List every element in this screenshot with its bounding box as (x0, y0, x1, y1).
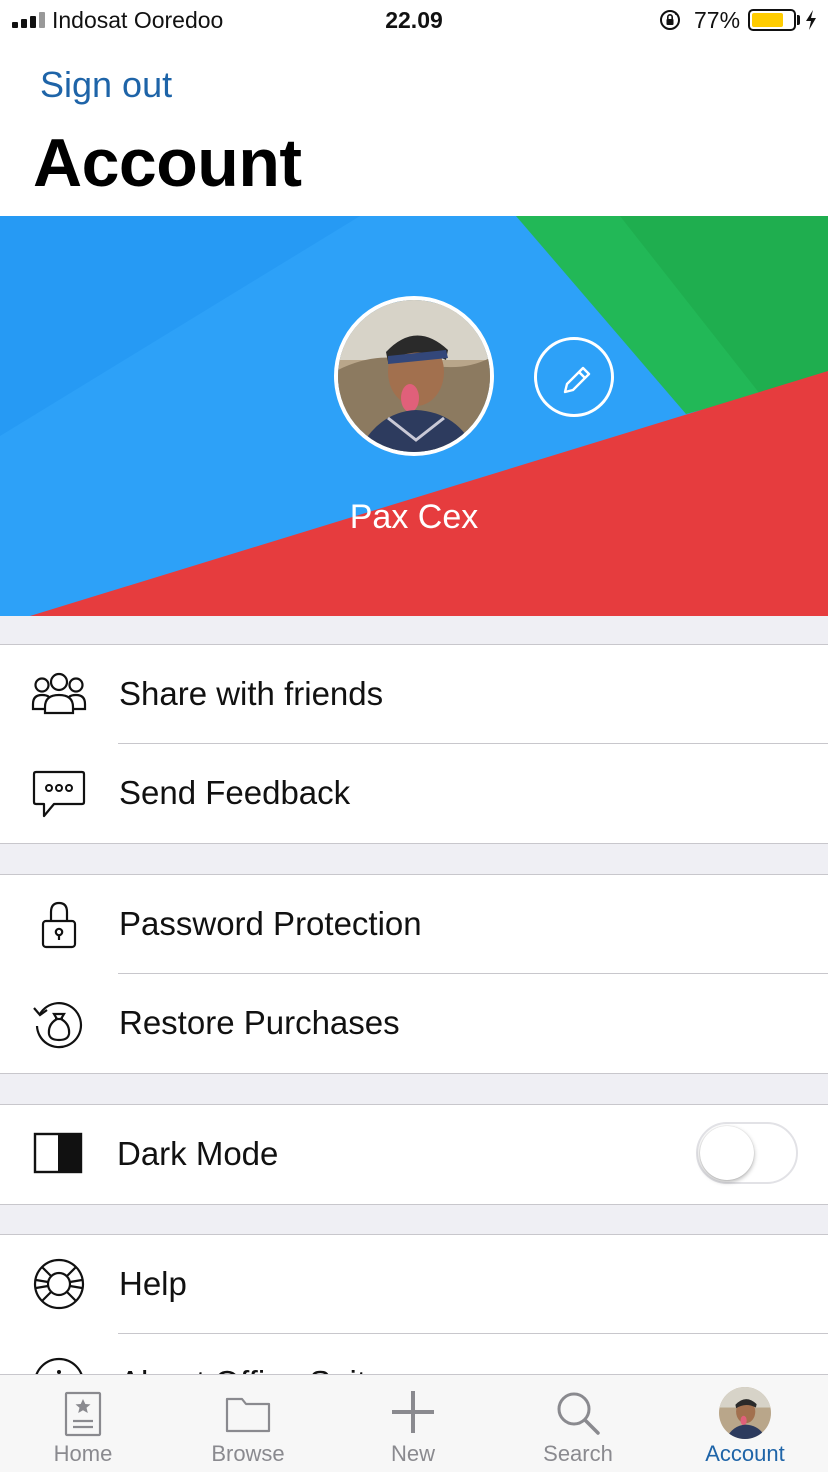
password-protection-label: Password Protection (119, 905, 422, 942)
help-label: Help (119, 1265, 187, 1302)
settings-group-social: Share with friends Send Feedback (0, 644, 828, 844)
page-title: Account (33, 125, 302, 201)
battery-icon (748, 9, 796, 31)
profile-name: Pax Cex (349, 498, 479, 536)
settings-group-appearance: Dark Mode (0, 1104, 828, 1205)
search-icon (557, 1392, 600, 1435)
tab-new-label: New (390, 1441, 435, 1466)
lock-icon (41, 901, 77, 949)
restore-purchase-icon (33, 1002, 83, 1049)
tab-browse-label: Browse (211, 1441, 285, 1466)
share-with-friends-row[interactable]: Share with friends (0, 645, 828, 744)
tab-home[interactable]: Home (0, 1375, 166, 1472)
lifebuoy-icon (33, 1258, 85, 1310)
help-row[interactable]: Help (0, 1235, 828, 1334)
tab-account[interactable]: Account (662, 1375, 828, 1472)
tab-search[interactable]: Search (495, 1375, 661, 1472)
profile-banner: Pax Cex (0, 216, 828, 616)
restore-purchases-label: Restore Purchases (119, 1004, 400, 1041)
share-with-friends-label: Share with friends (119, 675, 384, 712)
battery-percent: 77% (694, 7, 741, 33)
pencil-icon (563, 366, 591, 394)
tab-search-label: Search (543, 1441, 613, 1466)
password-protection-row[interactable]: Password Protection (0, 875, 828, 974)
orientation-lock-icon (660, 10, 680, 30)
plus-icon (392, 1391, 434, 1433)
send-feedback-row[interactable]: Send Feedback (0, 744, 828, 843)
sign-out-link[interactable]: Sign out (40, 64, 172, 106)
people-icon (31, 672, 87, 715)
tab-browse[interactable]: Browse (165, 1375, 331, 1472)
chat-bubble-icon (32, 770, 86, 818)
settings-group-security: Password Protection Restore Purchases (0, 874, 828, 1074)
edit-profile-button[interactable] (534, 337, 614, 417)
toggle-knob (700, 1126, 754, 1180)
profile-avatar[interactable] (334, 296, 494, 456)
tab-bar: Home Browse New Search Account (0, 1374, 828, 1472)
charging-bolt-icon (806, 10, 816, 30)
avatar-icon (719, 1387, 771, 1439)
half-contrast-icon (33, 1132, 83, 1174)
restore-purchases-row[interactable]: Restore Purchases (0, 974, 828, 1073)
send-feedback-label: Send Feedback (119, 774, 351, 811)
dark-mode-toggle[interactable] (696, 1122, 798, 1184)
battery-cap (797, 15, 800, 25)
folder-icon (225, 1397, 271, 1433)
dark-mode-label: Dark Mode (117, 1135, 279, 1172)
profile-photo (338, 300, 490, 452)
account-avatar-photo (719, 1387, 771, 1439)
status-bar: Indosat Ooredoo 22.09 77% (0, 0, 828, 42)
tab-home-label: Home (53, 1441, 113, 1466)
tab-new[interactable]: New (330, 1375, 496, 1472)
dark-mode-row: Dark Mode (0, 1105, 828, 1204)
tab-account-label: Account (705, 1441, 785, 1466)
home-document-icon (64, 1391, 102, 1437)
battery-fill (752, 13, 783, 27)
page-header: Sign out Account (0, 42, 828, 216)
